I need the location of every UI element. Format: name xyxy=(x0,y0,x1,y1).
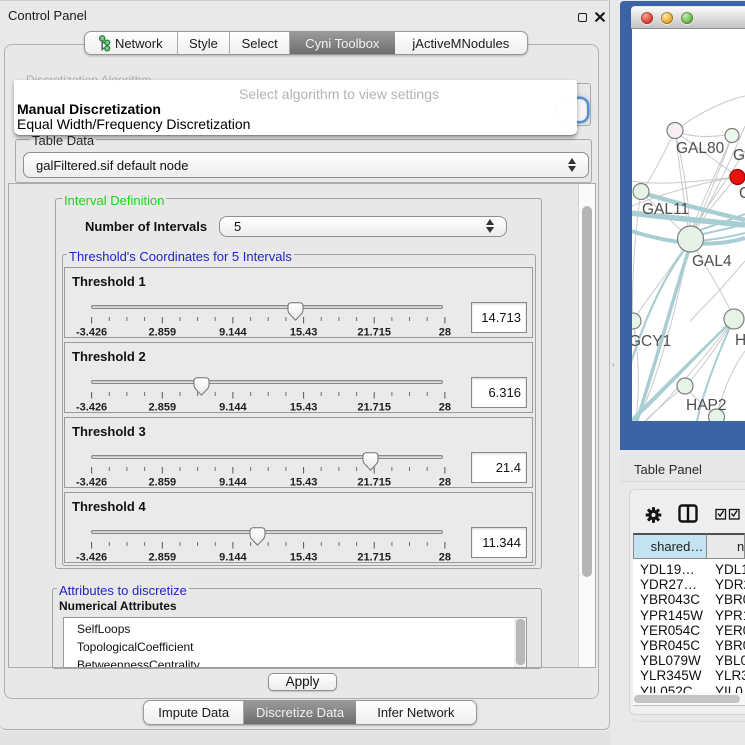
svg-text:15.43: 15.43 xyxy=(290,477,318,489)
svg-text:28: 28 xyxy=(439,402,451,414)
svg-text:-3.426: -3.426 xyxy=(76,477,107,489)
svg-text:21.715: 21.715 xyxy=(357,402,391,414)
svg-text:GCY1: GCY1 xyxy=(632,333,671,350)
svg-text:-3.426: -3.426 xyxy=(76,327,107,339)
svg-text:9.144: 9.144 xyxy=(219,402,247,414)
svg-text:GAL11: GAL11 xyxy=(642,201,689,218)
svg-text:H: H xyxy=(735,332,745,349)
svg-text:2.859: 2.859 xyxy=(149,327,177,339)
svg-text:21.715: 21.715 xyxy=(357,327,391,339)
svg-text:9.144: 9.144 xyxy=(219,327,247,339)
svg-text:15.43: 15.43 xyxy=(290,327,318,339)
svg-text:-3.426: -3.426 xyxy=(76,402,107,414)
svg-text:9.144: 9.144 xyxy=(219,552,247,564)
svg-text:GA: GA xyxy=(733,147,745,164)
svg-text:HAP2: HAP2 xyxy=(686,397,727,414)
svg-text:15.43: 15.43 xyxy=(290,552,318,564)
svg-text:15.43: 15.43 xyxy=(290,402,318,414)
svg-text:28: 28 xyxy=(439,552,451,564)
svg-text:21.715: 21.715 xyxy=(357,477,391,489)
svg-text:28: 28 xyxy=(439,327,451,339)
svg-text:9.144: 9.144 xyxy=(219,477,247,489)
svg-text:21.715: 21.715 xyxy=(357,552,391,564)
svg-text:2.859: 2.859 xyxy=(149,552,177,564)
svg-text:C: C xyxy=(739,185,745,202)
svg-text:2.859: 2.859 xyxy=(149,402,177,414)
svg-text:GAL4: GAL4 xyxy=(692,253,732,270)
svg-text:-3.426: -3.426 xyxy=(76,552,107,564)
svg-text:GAL80: GAL80 xyxy=(676,140,725,157)
svg-text:2.859: 2.859 xyxy=(149,477,177,489)
svg-text:28: 28 xyxy=(439,477,451,489)
